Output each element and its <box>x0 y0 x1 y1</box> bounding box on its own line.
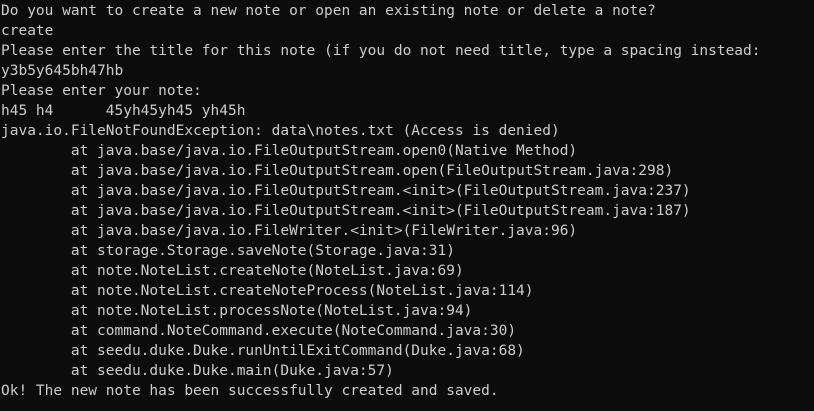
terminal-output[interactable]: Do you want to create a new note or open… <box>0 0 814 411</box>
stack-trace-line: at java.base/java.io.FileOutputStream.<i… <box>1 183 691 199</box>
prompt-line: Please enter your note: <box>1 83 202 99</box>
prompt-line: Please enter the title for this note (if… <box>1 43 761 59</box>
user-input-line: y3b5y645bh47hb <box>1 63 124 79</box>
stack-trace-line: at java.base/java.io.FileOutputStream.<i… <box>1 203 691 219</box>
stack-trace-line: at java.base/java.io.FileOutputStream.op… <box>1 143 578 159</box>
stack-trace-line: at seedu.duke.Duke.runUntilExitCommand(D… <box>1 343 525 359</box>
exception-line: java.io.FileNotFoundException: data\note… <box>1 123 560 139</box>
stack-trace-line: at note.NoteList.createNoteProcess(NoteL… <box>1 283 534 299</box>
stack-trace-line: at seedu.duke.Duke.main(Duke.java:57) <box>1 363 394 379</box>
prompt-line: Do you want to create a new note or open… <box>1 3 656 19</box>
stack-trace-line: at command.NoteCommand.execute(NoteComma… <box>1 323 517 339</box>
user-input-line: create <box>1 23 54 39</box>
stack-trace-line: at note.NoteList.createNote(NoteList.jav… <box>1 263 464 279</box>
stack-trace-line: at java.base/java.io.FileOutputStream.op… <box>1 163 674 179</box>
stack-trace-line: at java.base/java.io.FileWriter.<init>(F… <box>1 223 578 239</box>
stack-trace-line: at note.NoteList.processNote(NoteList.ja… <box>1 303 473 319</box>
user-input-line: h45 h4 45yh45yh45 yh45h <box>1 103 246 119</box>
stack-trace-line: at storage.Storage.saveNote(Storage.java… <box>1 243 455 259</box>
success-message-line: Ok! The new note has been successfully c… <box>1 383 499 399</box>
